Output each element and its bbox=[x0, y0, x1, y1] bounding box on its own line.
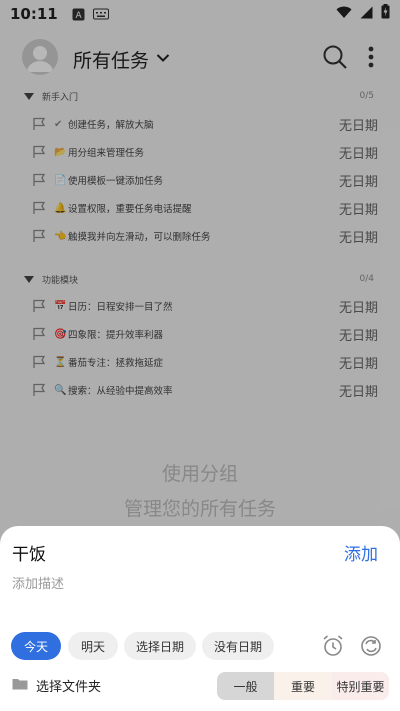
alarm-clock-icon[interactable] bbox=[321, 634, 345, 658]
date-chip-none[interactable]: 没有日期 bbox=[202, 632, 274, 660]
folder-icon bbox=[12, 677, 28, 694]
add-task-sheet: 干饭 添加 添加描述 今天 明天 选择日期 没有日期 选择文件夹 一般 重要 特… bbox=[0, 526, 400, 711]
date-chip-today[interactable]: 今天 bbox=[11, 632, 61, 660]
folder-selector[interactable]: 选择文件夹 bbox=[12, 676, 101, 695]
description-input[interactable]: 添加描述 bbox=[12, 573, 64, 592]
task-title-input[interactable]: 干饭 bbox=[12, 540, 46, 565]
repeat-icon[interactable] bbox=[359, 634, 383, 658]
priority-normal[interactable]: 一般 bbox=[217, 672, 274, 700]
date-chip-pick[interactable]: 选择日期 bbox=[124, 632, 196, 660]
priority-very-important[interactable]: 特别重要 bbox=[332, 672, 389, 700]
priority-important[interactable]: 重要 bbox=[274, 672, 332, 700]
folder-label: 选择文件夹 bbox=[36, 680, 102, 695]
add-button[interactable]: 添加 bbox=[344, 540, 378, 565]
date-chip-tomorrow[interactable]: 明天 bbox=[68, 632, 118, 660]
